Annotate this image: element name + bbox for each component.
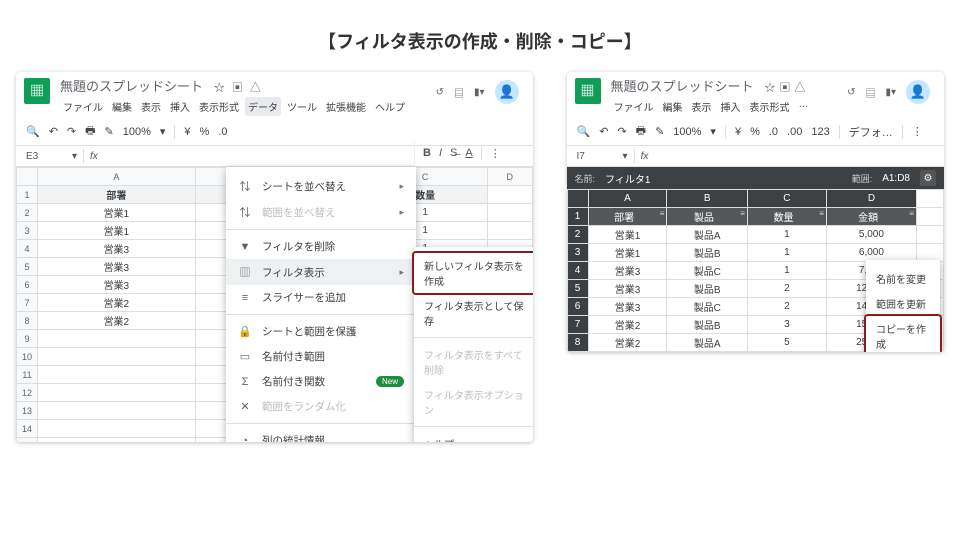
submenu-options: フィルタ表示オプション: [414, 382, 533, 422]
menu-help[interactable]: ヘルプ: [372, 97, 408, 116]
filter-view-bar: 名前: フィルタ1 範囲: A1:D8 ⚙: [567, 167, 944, 189]
zoom[interactable]: 100%: [123, 126, 151, 138]
zoom[interactable]: 100%: [673, 126, 701, 138]
undo-icon[interactable]: ↶: [599, 125, 608, 138]
doc-title[interactable]: 無題のスプレッドシート: [60, 79, 203, 94]
menu-view[interactable]: 表示: [689, 97, 715, 116]
doc-title[interactable]: 無題のスプレッドシート: [611, 79, 754, 94]
menu-insert[interactable]: 挿入: [167, 97, 193, 116]
bold-icon[interactable]: B: [423, 147, 431, 159]
text-color-icon[interactable]: A: [465, 147, 472, 159]
currency-icon[interactable]: ¥: [184, 126, 190, 138]
submenu-delete-all: フィルタ表示をすべて削除: [414, 342, 533, 382]
menu-tools[interactable]: ツール: [284, 97, 320, 116]
filter-name[interactable]: フィルタ1: [605, 171, 650, 186]
menubar: ファイル 編集 表示 挿入 表示形式 データ ツール 拡張機能 ヘルプ: [60, 97, 426, 116]
menu-extensions[interactable]: 拡張機能: [323, 97, 369, 116]
menu-insert[interactable]: 挿入: [718, 97, 744, 116]
filter-range[interactable]: A1:D8: [882, 173, 910, 184]
menu-format[interactable]: 表示形式: [196, 97, 242, 116]
menu-sort-range: ⇅範囲を並べ替え▸: [226, 199, 416, 225]
menu-named-functions[interactable]: Σ名前付き関数New: [226, 369, 416, 394]
menu-sort-sheet[interactable]: ⇅シートを並べ替え▸: [226, 173, 416, 199]
print-icon[interactable]: 🖶: [636, 122, 646, 141]
menu-randomize: ✕範囲をランダム化: [226, 394, 416, 419]
history-icon[interactable]: ↺: [436, 87, 444, 98]
history-icon[interactable]: ↺: [847, 87, 855, 98]
undo-icon[interactable]: ↶: [49, 125, 58, 138]
right-screenshot: ▦ 無題のスプレッドシート ☆ ▣ △ ファイル 編集 表示 挿入 表示形式 … ↺…: [567, 72, 944, 352]
star-icon[interactable]: ☆: [214, 82, 225, 94]
menu-view[interactable]: 表示: [138, 97, 164, 116]
search-icon[interactable]: 🔍: [577, 125, 591, 138]
menu-format[interactable]: 表示形式: [747, 97, 793, 116]
submenu-create-filter-view[interactable]: 新しいフィルタ表示を作成: [414, 253, 533, 293]
font-select[interactable]: デフォ…: [849, 124, 893, 140]
strike-icon[interactable]: S̶: [450, 147, 457, 159]
comments-icon[interactable]: ▤: [454, 85, 464, 100]
cloud-icon[interactable]: △: [794, 82, 805, 94]
ctx-copy[interactable]: コピーを作成: [866, 316, 940, 352]
percent-icon[interactable]: %: [200, 126, 210, 138]
submenu-save-as[interactable]: フィルタ表示として保存: [414, 293, 533, 333]
menu-named-ranges[interactable]: ▭名前付き範囲: [226, 344, 416, 369]
data-menu-dropdown: ⇅シートを並べ替え▸ ⇅範囲を並べ替え▸ ▼フィルタを削除 ▥フィルタ表示▸ ≡…: [226, 167, 416, 442]
cloud-icon[interactable]: △: [250, 82, 261, 94]
meet-icon[interactable]: ▮▾: [885, 87, 896, 98]
ctx-rename[interactable]: 名前を変更: [866, 266, 940, 291]
menu-more[interactable]: …: [796, 97, 812, 116]
ctx-update-range[interactable]: 範囲を更新: [866, 291, 940, 316]
submenu-help[interactable]: ヘルプ: [414, 431, 533, 442]
move-icon[interactable]: ▣: [232, 82, 243, 94]
filter-views-submenu: 新しいフィルタ表示を作成 フィルタ表示として保存 フィルタ表示をすべて削除 フィ…: [414, 247, 533, 442]
sheets-logo: ▦: [24, 78, 50, 104]
redo-icon[interactable]: ↷: [67, 125, 76, 138]
name-box[interactable]: E3: [26, 151, 66, 162]
print-icon[interactable]: 🖶: [85, 122, 95, 141]
paint-icon[interactable]: ✎: [655, 125, 664, 138]
redo-icon[interactable]: ↷: [617, 125, 626, 138]
move-icon[interactable]: ▣: [779, 82, 790, 94]
number-format[interactable]: 123: [811, 126, 829, 138]
menu-edit[interactable]: 編集: [660, 97, 686, 116]
fx-label: fx: [641, 151, 649, 162]
gear-icon[interactable]: ⚙: [920, 170, 936, 186]
star-icon[interactable]: ☆: [764, 82, 775, 94]
name-box[interactable]: I7: [577, 151, 617, 162]
menu-data[interactable]: データ: [245, 97, 281, 116]
page-title: 【フィルタ表示の作成・削除・コピー】: [0, 0, 960, 72]
menu-column-stats[interactable]: ◔列の統計情報: [226, 428, 416, 442]
italic-icon[interactable]: I: [439, 147, 442, 159]
menu-edit[interactable]: 編集: [109, 97, 135, 116]
filter-context-menu: 名前を変更 範囲を更新 コピーを作成 削除 詳細: [866, 260, 940, 352]
sheets-logo: ▦: [575, 78, 601, 104]
meet-icon[interactable]: ▮▾: [474, 87, 485, 98]
menu-add-slicer[interactable]: ≡スライサーを追加: [226, 285, 416, 310]
search-icon[interactable]: 🔍: [26, 125, 40, 138]
paint-icon[interactable]: ✎: [105, 125, 114, 138]
menu-file[interactable]: ファイル: [611, 97, 657, 116]
share-button[interactable]: 👤: [906, 80, 930, 104]
menu-filter-views[interactable]: ▥フィルタ表示▸: [226, 259, 416, 285]
comments-icon[interactable]: ▤: [865, 85, 875, 100]
left-screenshot: ▦ 無題のスプレッドシート ☆ ▣ △ ファイル 編集 表示 挿入 表示形式 デ…: [16, 72, 533, 442]
menu-protect[interactable]: 🔒シートと範囲を保護: [226, 319, 416, 344]
menu-remove-filter[interactable]: ▼フィルタを削除: [226, 234, 416, 259]
fx-label: fx: [90, 151, 98, 162]
menu-file[interactable]: ファイル: [60, 97, 106, 116]
share-button[interactable]: 👤: [495, 80, 519, 104]
